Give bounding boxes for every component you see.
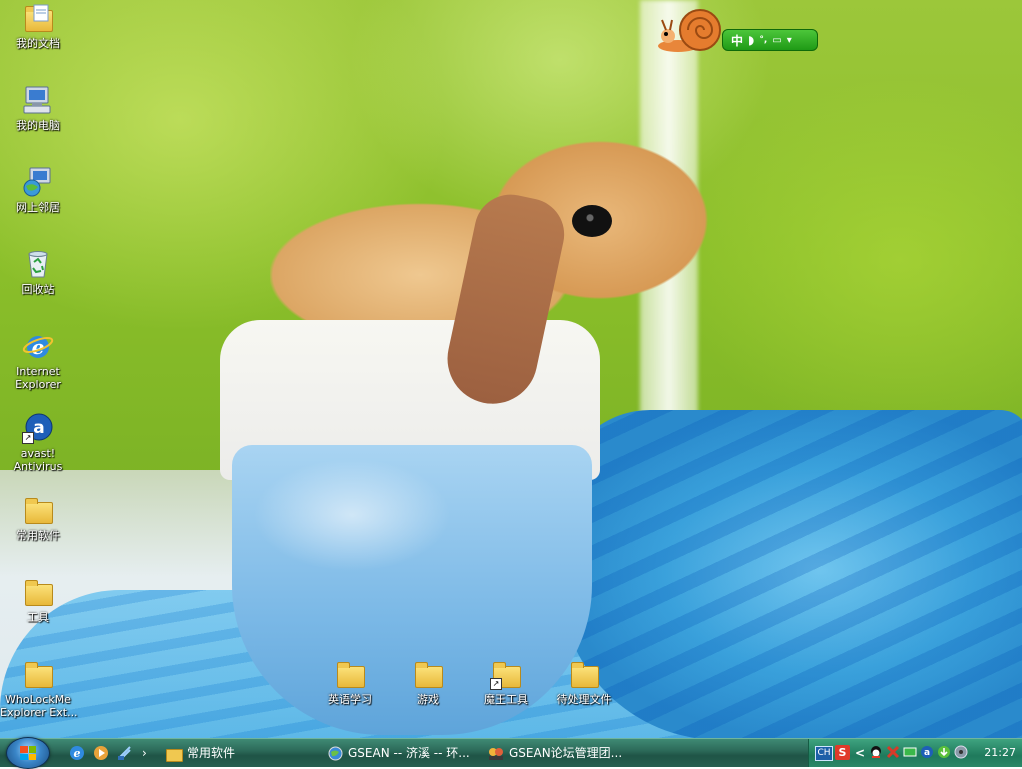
network-tray-icon[interactable]	[903, 745, 917, 759]
show-hidden-icons-button[interactable]: <	[855, 739, 865, 767]
soft-keyboard-icon[interactable]: ▭	[772, 35, 781, 46]
media-player-quick-launch-icon[interactable]	[92, 744, 110, 762]
half-full-width-icon[interactable]: ◗	[748, 33, 754, 47]
input-mode-toggle[interactable]: 中	[731, 32, 743, 49]
globe-icon	[328, 746, 343, 760]
input-method-bar[interactable]: 中 ◗ °, ▭ ▾	[656, 4, 822, 56]
desktop-icon-avast[interactable]: a ↗ avast! Antivirus	[0, 412, 76, 473]
taskbar-button-label: 常用软件	[187, 746, 236, 760]
download-tray-icon[interactable]	[937, 745, 951, 759]
volume-tray-icon[interactable]	[954, 745, 968, 759]
desktop-icon-label-line2: Antivirus	[13, 460, 63, 473]
my-documents-icon	[22, 2, 54, 34]
desktop-icon-label: 魔王工具	[484, 693, 528, 706]
desktop-icon-label: 常用软件	[16, 529, 60, 542]
qq-chat-icon	[489, 747, 503, 760]
internet-explorer-icon: e	[22, 330, 54, 362]
desktop-icon-label: 我的电脑	[16, 119, 60, 132]
desktop-icon-demon-tools[interactable]: ↗ 魔王工具	[468, 658, 544, 706]
avast-tray-icon[interactable]: a	[920, 745, 934, 759]
folder-icon	[22, 658, 54, 690]
desktop-icon-label: 我的文档	[16, 37, 60, 50]
taskbar-button-gsean-browser[interactable]: GSEAN -- 济溪 -- 环...	[328, 742, 476, 764]
folder-icon	[22, 494, 54, 526]
folder-icon	[412, 658, 444, 690]
clock[interactable]: 21:27	[984, 739, 1016, 767]
desktop-icon-my-documents[interactable]: 我的文档	[0, 2, 76, 50]
folder-icon: ↗	[490, 658, 522, 690]
sogou-input-icon[interactable]: S	[835, 745, 850, 760]
desktop-icon-my-computer[interactable]: 我的电脑	[0, 84, 76, 132]
desktop-icon-label-line2: Explorer Ext...	[0, 706, 78, 719]
folder-icon	[22, 576, 54, 608]
desktop-icon-label: 工具	[27, 611, 49, 624]
menu-icon[interactable]: ▾	[787, 35, 792, 46]
network-places-icon	[22, 166, 54, 198]
folder-icon	[166, 746, 183, 762]
snail-mascot-icon	[658, 9, 721, 52]
shortcut-arrow-icon: ↗	[490, 678, 502, 690]
desktop-icon-label: 英语学习	[328, 693, 372, 706]
taskbar-button-common-software[interactable]: 常用软件	[166, 742, 316, 764]
desktop-icon-label: 游戏	[417, 693, 439, 706]
desktop-icon-network-places[interactable]: 网上邻居	[0, 166, 76, 214]
svg-text:e: e	[74, 747, 81, 760]
desktop-icon-label-line2: Explorer	[15, 378, 61, 391]
wallpaper-towel	[560, 410, 1022, 738]
desktop: 我的文档 我的电脑 网上邻居 回收站 e Internet Explorer a…	[0, 0, 1022, 738]
tool-tray-icon[interactable]	[886, 745, 900, 759]
desktop-icon-label-line1: Internet	[16, 365, 60, 378]
recycle-bin-icon	[22, 248, 54, 280]
desktop-icon-pending-files[interactable]: 待处理文件	[546, 658, 622, 706]
punctuation-icon[interactable]: °,	[759, 35, 767, 45]
desktop-icon-label: 回收站	[21, 283, 55, 296]
desktop-icon-games[interactable]: 游戏	[390, 658, 466, 706]
desktop-icon-english-study[interactable]: 英语学习	[312, 658, 388, 706]
taskbar-button-gsean-chat[interactable]: GSEAN论坛管理团...	[488, 742, 638, 764]
svg-text:a: a	[924, 748, 930, 758]
desktop-icon-internet-explorer[interactable]: e Internet Explorer	[0, 330, 76, 391]
language-indicator[interactable]: CH	[815, 746, 833, 761]
input-method-toolbar[interactable]: 中 ◗ °, ▭ ▾	[722, 29, 818, 51]
ie-quick-launch-icon[interactable]: e	[68, 744, 86, 762]
start-button[interactable]	[6, 737, 50, 769]
desktop-icon-tools[interactable]: 工具	[0, 576, 76, 624]
windows-flag-icon	[20, 746, 36, 760]
svg-text:a: a	[33, 418, 44, 438]
desktop-icon-wholockme[interactable]: WhoLockMe Explorer Ext...	[0, 658, 78, 719]
desktop-icon-label: 待处理文件	[556, 693, 612, 706]
desktop-icon-label-line1: WhoLockMe	[5, 693, 71, 706]
wallpaper-bunny-eye	[572, 205, 612, 237]
system-tray: CH S < a 21:27	[808, 739, 1022, 767]
show-desktop-quick-launch-icon[interactable]	[116, 744, 134, 762]
taskbar-button-label: GSEAN -- 济溪 -- 环...	[348, 746, 470, 760]
taskbar: e › 常用软件 GSEAN -- 济溪 -- 环... GSEAN论坛管理团.…	[0, 737, 1022, 769]
avast-icon: a ↗	[22, 412, 54, 444]
quick-launch-more-button[interactable]: ›	[142, 742, 152, 764]
desktop-icon-label-line1: avast!	[20, 447, 56, 460]
folder-icon	[334, 658, 366, 690]
taskbar-button-label: GSEAN论坛管理团...	[509, 746, 623, 760]
desktop-icon-common-software[interactable]: 常用软件	[0, 494, 76, 542]
my-computer-icon	[22, 84, 54, 116]
qq-tray-icon[interactable]	[869, 745, 883, 759]
desktop-icon-label: 网上邻居	[16, 201, 60, 214]
desktop-icon-recycle-bin[interactable]: 回收站	[0, 248, 76, 296]
folder-icon	[568, 658, 600, 690]
shortcut-arrow-icon: ↗	[22, 432, 34, 444]
